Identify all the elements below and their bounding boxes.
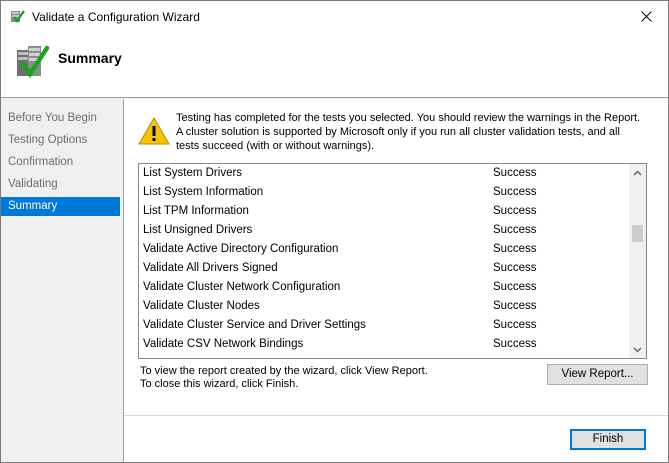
test-status: Success [493, 167, 537, 179]
info-finish: To close this wizard, click Finish. [140, 378, 299, 390]
nav-item-testing-options[interactable]: Testing Options [1, 131, 120, 150]
list-item[interactable]: Validate Cluster Nodes Success [139, 297, 630, 316]
info-text: To view the report created by the wizard… [140, 365, 428, 391]
close-icon [640, 10, 652, 22]
footer-divider [124, 415, 668, 416]
list-item[interactable]: List System Information Success [139, 183, 630, 202]
test-status: Success [493, 300, 537, 312]
scroll-down-button[interactable] [629, 341, 646, 358]
test-status: Success [493, 186, 537, 198]
page-title: Summary [58, 50, 122, 66]
test-name: List TPM Information [143, 205, 249, 217]
cluster-check-icon [11, 10, 25, 23]
nav-item-confirmation[interactable]: Confirmation [1, 153, 120, 172]
list-item[interactable]: Validate Cluster Service and Driver Sett… [139, 316, 630, 335]
test-name: List Unsigned Drivers [143, 224, 253, 236]
list-item[interactable]: Validate All Drivers Signed Success [139, 259, 630, 278]
test-status: Success [493, 281, 537, 293]
test-status: Success [493, 243, 537, 255]
test-name: Validate Active Directory Configuration [143, 243, 339, 255]
view-report-button[interactable]: View Report... [547, 364, 648, 385]
close-button[interactable] [624, 1, 668, 31]
summary-content: Testing has completed for the tests you … [123, 99, 668, 462]
test-status: Success [493, 319, 537, 331]
finish-button[interactable]: Finish [570, 429, 646, 450]
list-item[interactable]: List System Drivers Success [139, 164, 630, 183]
list-item[interactable]: Validate Cluster Network Configuration S… [139, 278, 630, 297]
test-status: Success [493, 262, 537, 274]
list-item[interactable]: List TPM Information Success [139, 202, 630, 221]
wizard-window: Validate a Configuration Wizard Summary … [0, 0, 669, 463]
chevron-up-icon [633, 170, 642, 175]
nav-item-before-you-begin[interactable]: Before You Begin [1, 109, 120, 128]
results-rows: List System Drivers Success List System … [139, 164, 630, 358]
test-status: Success [493, 205, 537, 217]
list-item[interactable]: List Unsigned Drivers Success [139, 221, 630, 240]
test-name: Validate Cluster Network Configuration [143, 281, 341, 293]
window-title: Validate a Configuration Wizard [32, 10, 200, 24]
cluster-check-icon [17, 45, 50, 79]
title-bar: Validate a Configuration Wizard [1, 1, 668, 32]
test-name: Validate All Drivers Signed [143, 262, 278, 274]
nav-item-validating[interactable]: Validating [1, 175, 120, 194]
scroll-thumb[interactable] [632, 225, 643, 242]
results-list[interactable]: List System Drivers Success List System … [138, 163, 647, 359]
nav-item-summary[interactable]: Summary [1, 197, 120, 216]
test-name: Validate Cluster Service and Driver Sett… [143, 319, 366, 331]
test-name: List System Information [143, 186, 264, 198]
list-item[interactable]: Validate Active Directory Configuration … [139, 240, 630, 259]
test-name: List System Drivers [143, 167, 243, 179]
test-status: Success [493, 224, 537, 236]
warning-icon [138, 117, 170, 145]
chevron-down-icon [633, 347, 642, 352]
wizard-header: Summary [1, 32, 668, 98]
test-status: Success [493, 338, 537, 350]
list-item[interactable]: Validate CSV Network Bindings Success [139, 335, 630, 354]
vertical-scrollbar[interactable] [629, 164, 646, 358]
test-name: Validate CSV Network Bindings [143, 338, 304, 350]
wizard-nav: Before You Begin Testing Options Confirm… [1, 99, 123, 462]
summary-message: Testing has completed for the tests you … [176, 112, 641, 152]
scroll-up-button[interactable] [629, 164, 646, 181]
info-view-report: To view the report created by the wizard… [140, 365, 428, 377]
test-name: Validate Cluster Nodes [143, 300, 260, 312]
